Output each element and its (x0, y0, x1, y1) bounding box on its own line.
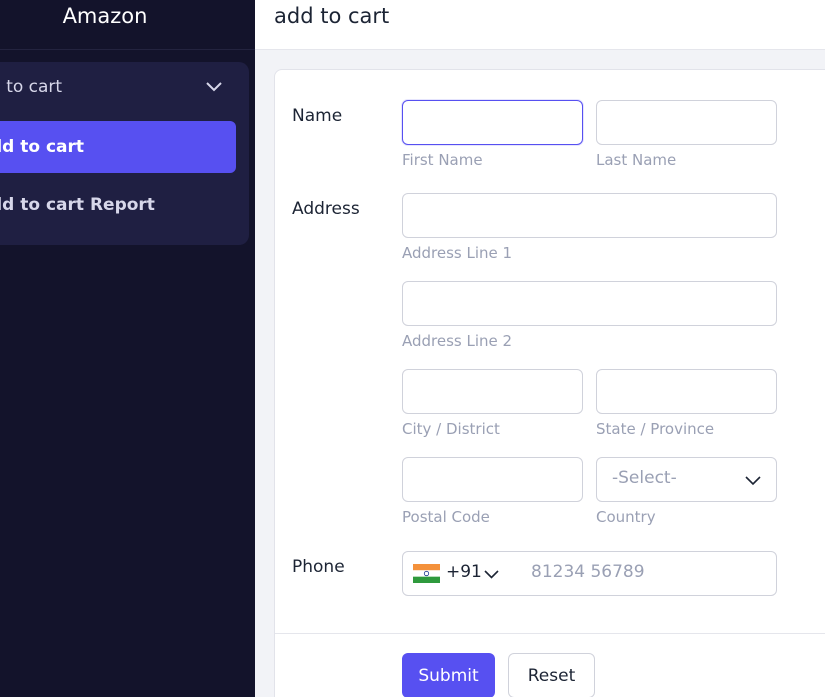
reset-button[interactable]: Reset (508, 653, 595, 697)
sidebar-item-add-to-cart-report[interactable]: dd to cart Report (0, 179, 236, 231)
state-field[interactable] (596, 369, 777, 414)
sidebar-parent-add-to-cart[interactable]: d to cart (0, 62, 236, 112)
city-hint: City / District (402, 420, 500, 438)
page-title: add to cart (274, 4, 390, 28)
country-select-value: -Select- (612, 468, 677, 488)
address-line1-field[interactable] (402, 193, 777, 238)
first-name-hint: First Name (402, 151, 483, 169)
phone-label: Phone (292, 557, 345, 577)
phone-placeholder: 81234 56789 (531, 562, 645, 582)
state-hint: State / Province (596, 420, 715, 438)
city-field[interactable] (402, 369, 583, 414)
address-line2-hint: Address Line 2 (402, 332, 513, 350)
chevron-down-icon[interactable] (484, 570, 499, 579)
chevron-down-icon (206, 82, 222, 92)
brand-name[interactable]: Amazon (0, 4, 210, 28)
submit-button[interactable]: Submit (402, 653, 495, 697)
form-card: Name First Name Last Name Address Addres… (274, 69, 825, 697)
india-flag-icon[interactable] (413, 564, 440, 583)
phone-country-code[interactable]: +91 (446, 562, 482, 582)
last-name-field[interactable] (596, 100, 777, 145)
form-divider (275, 633, 825, 634)
name-label: Name (292, 106, 343, 126)
chevron-down-icon (745, 476, 761, 486)
last-name-hint: Last Name (596, 151, 677, 169)
country-select[interactable]: -Select- (596, 457, 777, 502)
address-line1-hint: Address Line 1 (402, 244, 513, 262)
postal-code-hint: Postal Code (402, 508, 490, 526)
phone-field[interactable]: +91 81234 56789 (402, 551, 777, 596)
sidebar-item-label: dd to cart Report (0, 195, 155, 215)
sidebar: Amazon d to cart dd to cart dd to cart R… (0, 0, 255, 697)
postal-code-field[interactable] (402, 457, 583, 502)
top-bar: add to cart (255, 0, 825, 50)
sidebar-item-label: dd to cart (0, 137, 85, 157)
brand-header: Amazon (0, 0, 255, 50)
address-line2-field[interactable] (402, 281, 777, 326)
first-name-field[interactable] (402, 100, 583, 145)
country-hint: Country (596, 508, 656, 526)
sidebar-parent-label: d to cart (0, 77, 63, 97)
sidebar-menu-group: d to cart dd to cart dd to cart Report (0, 62, 249, 245)
sidebar-item-add-to-cart[interactable]: dd to cart (0, 121, 236, 173)
address-label: Address (292, 199, 360, 219)
